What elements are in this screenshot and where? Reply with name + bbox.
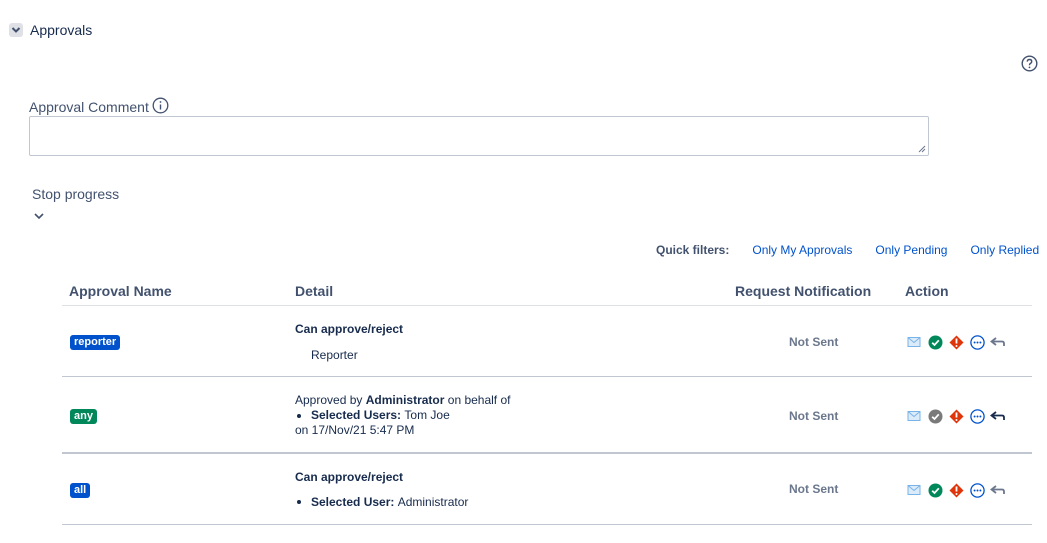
chevron-down-icon[interactable]	[33, 211, 45, 221]
selected-user-item: Selected User: Administrator	[297, 495, 468, 509]
on-behalf-of-text: on behalf of	[447, 393, 511, 407]
reject-icon[interactable]	[948, 334, 964, 350]
approve-icon[interactable]	[927, 408, 943, 424]
notification-status: Not Sent	[789, 409, 839, 423]
table-row: reporter Can approve/reject Reporter Not…	[62, 306, 1032, 377]
bullet-dot	[297, 413, 301, 418]
row-actions	[906, 482, 1006, 498]
row-actions	[906, 334, 1006, 350]
approvals-section-toggle[interactable]: Approvals	[9, 22, 92, 38]
reject-icon[interactable]	[948, 482, 964, 498]
more-icon[interactable]	[969, 482, 985, 498]
filter-only-pending[interactable]: Only Pending	[875, 243, 947, 257]
approval-timestamp: on 17/Nov/21 5:47 PM	[295, 423, 415, 437]
detail-approver: Reporter	[311, 348, 358, 362]
approval-detail: Approved by Administrator on behalf of S…	[295, 393, 510, 438]
approval-comment-label: Approval Comment	[29, 97, 169, 117]
info-icon[interactable]	[152, 97, 169, 117]
selected-user-value: Administrator	[397, 495, 469, 509]
approval-comment-input[interactable]	[29, 116, 929, 156]
selected-users-label: Selected Users:	[311, 408, 402, 422]
column-header-approval-name: Approval Name	[69, 283, 172, 299]
notification-status: Not Sent	[789, 482, 839, 496]
mail-icon[interactable]	[906, 334, 922, 350]
mail-icon[interactable]	[906, 408, 922, 424]
filter-only-replied[interactable]: Only Replied	[970, 243, 1039, 257]
more-icon[interactable]	[969, 408, 985, 424]
reject-icon[interactable]	[948, 408, 964, 424]
approval-comment-label-text: Approval Comment	[29, 99, 149, 115]
filter-only-my-approvals[interactable]: Only My Approvals	[752, 243, 852, 257]
approvals-table: Approval Name Detail Request Notificatio…	[62, 275, 1032, 525]
selected-users-value: Tom Joe	[404, 408, 450, 422]
bullet-dot	[297, 500, 301, 504]
approver-name: Administrator	[365, 393, 445, 407]
selected-users-item: Selected Users: Tom Joe	[297, 408, 510, 423]
section-title: Approvals	[30, 22, 93, 38]
table-row: all Can approve/reject Selected User: Ad…	[62, 454, 1032, 525]
approval-name-badge: all	[70, 483, 91, 498]
detail-title: Can approve/reject	[295, 322, 404, 336]
back-arrow-icon[interactable]	[990, 408, 1006, 424]
quick-filters-label: Quick filters:	[656, 243, 730, 257]
help-icon[interactable]	[1021, 55, 1038, 72]
column-header-detail: Detail	[295, 283, 334, 299]
resize-grip-icon[interactable]	[918, 145, 926, 153]
table-row: any Approved by Administrator on behalf …	[62, 377, 1032, 454]
row-actions	[906, 408, 1006, 424]
column-header-action: Action	[905, 283, 949, 299]
back-arrow-icon[interactable]	[990, 334, 1006, 350]
approved-by-text: Approved by	[295, 393, 363, 407]
table-header: Approval Name Detail Request Notificatio…	[62, 275, 1032, 306]
column-header-request-notification: Request Notification	[735, 283, 872, 299]
quick-filters: Quick filters: Only My Approvals Only Pe…	[656, 243, 1039, 257]
approve-icon[interactable]	[927, 334, 943, 350]
approval-name-badge: any	[70, 409, 97, 424]
stop-progress-label: Stop progress	[32, 186, 120, 202]
selected-user-label: Selected User:	[311, 495, 395, 509]
approval-name-badge: reporter	[70, 335, 121, 350]
detail-title: Can approve/reject	[295, 470, 404, 484]
approval-history-line: Approved by Administrator on behalf of	[295, 393, 510, 408]
chevron-down-icon	[9, 23, 23, 37]
more-icon[interactable]	[969, 334, 985, 350]
approvals-panel: Approvals Approval Comment Stop progress…	[0, 0, 1047, 543]
approval-detail: Can approve/reject Reporter	[295, 322, 403, 362]
approve-icon[interactable]	[927, 482, 943, 498]
notification-status: Not Sent	[789, 335, 839, 349]
approval-detail: Can approve/reject Selected User: Admini…	[295, 470, 468, 509]
back-arrow-icon[interactable]	[990, 482, 1006, 498]
mail-icon[interactable]	[906, 482, 922, 498]
